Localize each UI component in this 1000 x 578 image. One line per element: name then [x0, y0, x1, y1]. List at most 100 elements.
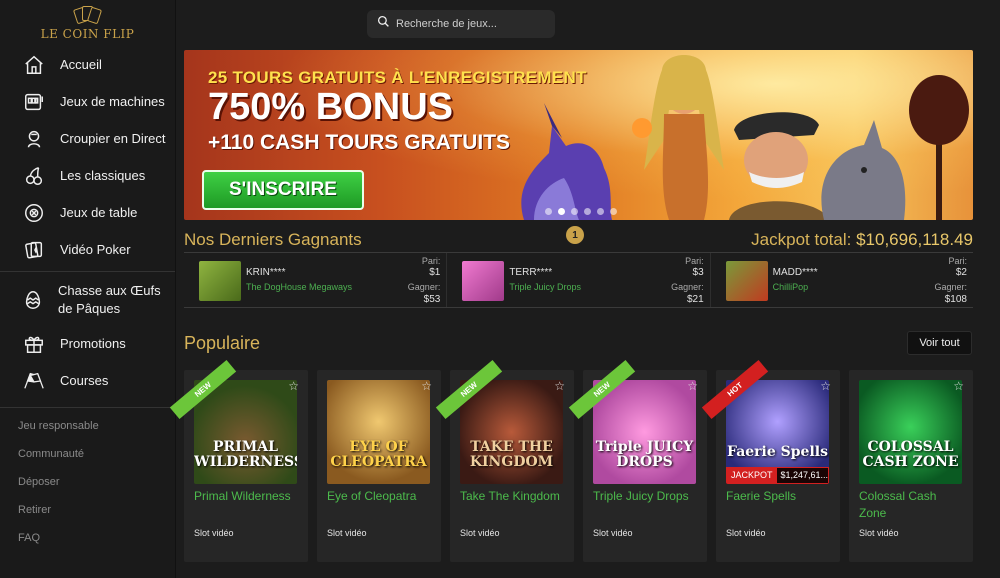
- sidebar-item-label: Vidéo Poker: [60, 242, 131, 257]
- checkered-flags-icon: [22, 369, 46, 393]
- banner-subheadline: +110 CASH TOURS GRATUITS: [208, 131, 511, 154]
- sidebar-item-les-classiques[interactable]: Les classiques: [0, 157, 175, 194]
- sidebar-item-accueil[interactable]: Accueil: [0, 46, 175, 83]
- total-jackpot: Jackpot total: $10,696,118.49: [751, 230, 973, 250]
- sidebar-item-label: Les classiques: [60, 168, 146, 183]
- banner-headline-small: 25 TOURS GRATUITS À L'ENREGISTREMENT: [208, 68, 587, 87]
- game-type: Slot vidéo: [593, 528, 633, 538]
- game-card[interactable]: COLOSSAL CASH ZONE ☆ Colossal Cash Zone …: [849, 370, 973, 562]
- game-title: Faerie Spells: [726, 489, 797, 503]
- win-value: $108: [944, 294, 967, 305]
- winner-name: MADD****: [772, 267, 818, 278]
- favorite-star-icon[interactable]: ☆: [554, 379, 565, 393]
- favorite-star-icon[interactable]: ☆: [820, 379, 831, 393]
- win-value: $21: [686, 294, 704, 305]
- sidebar-item-video-poker[interactable]: Vidéo Poker: [0, 231, 175, 268]
- winner-name: TERR****: [509, 267, 553, 278]
- game-art: Triple JUICY DROPS: [593, 380, 696, 484]
- game-card[interactable]: PRIMAL WILDERNESS NEW ☆ Primal Wildernes…: [169, 359, 308, 562]
- winner-item[interactable]: MADD**** ChilliPop Pari: $2 Gagner: $108: [711, 253, 973, 307]
- game-title: Take The Kingdom: [460, 489, 560, 503]
- game-art: Faerie Spells JACKPOT $1,247,61...: [726, 380, 829, 484]
- winner-item[interactable]: TERR**** Triple Juicy Drops Pari: $3 Gag…: [447, 253, 711, 307]
- game-art: TAKE THE KINGDOM: [460, 380, 563, 484]
- bet-value: $1: [429, 267, 441, 278]
- home-icon: [22, 53, 46, 77]
- promo-banner[interactable]: 25 TOURS GRATUITS À L'ENREGISTREMENT 750…: [184, 50, 973, 220]
- dealer-icon: [22, 127, 46, 151]
- bet-label: Pari:: [948, 256, 967, 266]
- jackpot-label: Jackpot total:: [751, 230, 852, 249]
- game-type: Slot vidéo: [327, 528, 367, 538]
- wolf-illustration: [521, 103, 612, 220]
- game-type: Slot vidéo: [859, 528, 899, 538]
- search-bar[interactable]: [367, 10, 555, 38]
- game-jackpot-label: JACKPOT: [727, 468, 777, 483]
- trophy-icon: 1: [566, 226, 584, 244]
- game-art-label: EYE OF CLEOPATRA: [330, 439, 427, 470]
- sidebar-item-chasse-aux-oeufs[interactable]: Chasse aux Œufs de Pâques: [0, 275, 175, 325]
- game-art: EYE OF CLEOPATRA: [327, 380, 430, 484]
- link-jeu-responsable[interactable]: Jeu responsable: [0, 412, 175, 440]
- game-card[interactable]: Faerie Spells JACKPOT $1,247,61... HOT ☆…: [701, 359, 840, 562]
- search-input[interactable]: [396, 18, 546, 30]
- link-communaute[interactable]: Communauté: [0, 440, 175, 468]
- favorite-star-icon[interactable]: ☆: [288, 379, 299, 393]
- sidebar-item-label: Promotions: [60, 336, 126, 351]
- carousel-dot[interactable]: [610, 208, 617, 215]
- favorite-star-icon[interactable]: ☆: [953, 379, 964, 393]
- link-deposer[interactable]: Déposer: [0, 468, 175, 496]
- carousel-dot[interactable]: [597, 208, 604, 215]
- game-art-label: TAKE THE KINGDOM: [469, 439, 554, 470]
- sidebar-item-jeux-de-machines[interactable]: Jeux de machines: [0, 83, 175, 120]
- bet-label: Pari:: [421, 256, 441, 266]
- sidebar-item-croupier-en-direct[interactable]: Croupier en Direct: [0, 120, 175, 157]
- logo[interactable]: LE COIN FLIP: [0, 0, 175, 46]
- rhino-illustration: [821, 120, 906, 220]
- sidebar-item-label: Jeux de machines: [60, 94, 165, 109]
- jackpot-value: $10,696,118.49: [856, 230, 973, 249]
- bet-value: $2: [955, 267, 967, 278]
- cards-icon: [22, 238, 46, 262]
- game-title: Colossal Cash Zone: [859, 489, 937, 520]
- game-card[interactable]: Triple JUICY DROPS NEW ☆ Triple Juicy Dr…: [568, 359, 707, 562]
- sidebar-item-label: Croupier en Direct: [60, 131, 166, 146]
- carousel-dot[interactable]: [545, 208, 552, 215]
- win-value: $53: [423, 294, 441, 305]
- winner-item[interactable]: KRIN**** The DogHouse Megaways Pari: $1 …: [184, 253, 448, 307]
- see-all-button[interactable]: Voir tout: [907, 331, 972, 355]
- sidebar-item-promotions[interactable]: Promotions: [0, 325, 175, 362]
- winner-name: KRIN****: [246, 267, 286, 278]
- sidebar-divider: [0, 271, 175, 272]
- game-jackpot-value: $1,247,61...: [780, 470, 829, 480]
- link-faq[interactable]: FAQ: [0, 524, 175, 552]
- game-art-label: PRIMAL WILDERNESS: [194, 439, 297, 470]
- winner-game: Triple Juicy Drops: [509, 282, 582, 292]
- game-card[interactable]: EYE OF CLEOPATRA ☆ Eye of Cleopatra Slot…: [317, 370, 441, 562]
- sidebar-divider: [0, 407, 175, 408]
- sidebar-item-jeux-de-table[interactable]: Jeux de table: [0, 194, 175, 231]
- game-type: Slot vidéo: [194, 528, 234, 538]
- game-title: Primal Wilderness: [194, 489, 291, 503]
- sidebar-item-label: Accueil: [60, 57, 102, 72]
- chip-icon: [22, 201, 46, 225]
- win-label: Gagner:: [934, 282, 967, 292]
- game-art-label: Triple JUICY DROPS: [595, 439, 694, 470]
- carousel-dot[interactable]: [571, 208, 578, 215]
- link-retirer[interactable]: Retirer: [0, 496, 175, 524]
- winner-game: The DogHouse Megaways: [246, 282, 353, 292]
- game-card[interactable]: TAKE THE KINGDOM NEW ☆ Take The Kingdom …: [435, 359, 574, 562]
- carousel-dot[interactable]: [584, 208, 591, 215]
- favorite-star-icon[interactable]: ☆: [421, 379, 432, 393]
- tree-illustration: [909, 75, 969, 220]
- carousel-dot[interactable]: [558, 208, 565, 215]
- gift-icon: [22, 332, 46, 356]
- game-cards-row: PRIMAL WILDERNESS NEW ☆ Primal Wildernes…: [169, 359, 973, 562]
- cherries-icon: [22, 164, 46, 188]
- brand-name: LE COIN FLIP: [40, 26, 135, 41]
- signup-button[interactable]: S'INSCRIRE: [202, 170, 364, 210]
- win-label: Gagner:: [671, 282, 704, 292]
- bet-value: $3: [692, 267, 704, 278]
- favorite-star-icon[interactable]: ☆: [687, 379, 698, 393]
- sidebar-item-courses[interactable]: Courses: [0, 362, 175, 399]
